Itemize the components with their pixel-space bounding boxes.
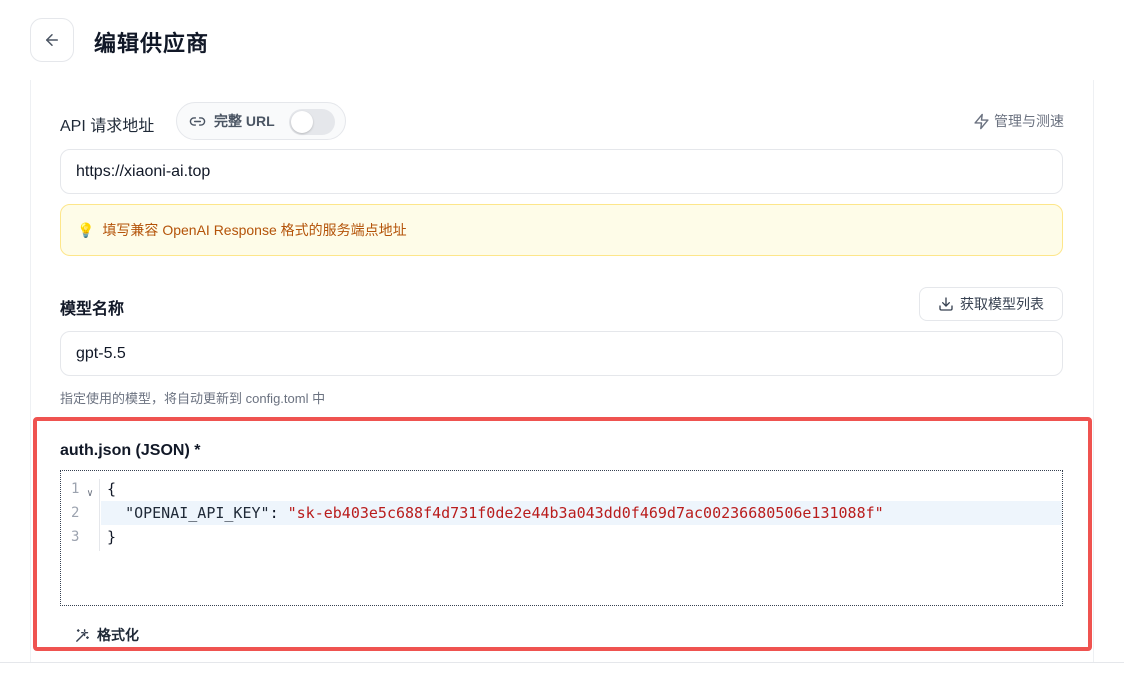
fold-chevron-icon[interactable]: ∨ — [87, 488, 93, 499]
full-url-label: 完整 URL — [214, 113, 275, 129]
editor-gutter: 1 2 3 ∨ — [61, 471, 99, 605]
fetch-model-list-button[interactable]: 获取模型列表 — [919, 287, 1063, 321]
code-line: "OPENAI_API_KEY": "sk-eb403e5c688f4d731f… — [107, 504, 884, 522]
line-number: 2 — [71, 505, 80, 521]
lightbulb-icon: 💡 — [77, 221, 95, 238]
link-icon — [189, 116, 206, 126]
code-line: } — [107, 528, 117, 546]
download-icon — [939, 297, 953, 311]
gutter-divider — [99, 479, 100, 551]
magic-wand-icon — [76, 628, 89, 642]
model-name-help: 指定使用的模型，将自动更新到 config.toml 中 — [60, 391, 326, 406]
full-url-switch[interactable] — [289, 109, 335, 135]
json-key: "OPENAI_API_KEY" — [125, 504, 270, 522]
switch-knob — [291, 111, 313, 133]
api-url-hint-text: 填写兼容 OpenAI Response 格式的服务端点地址 — [102, 222, 407, 238]
api-url-input[interactable]: https://xiaoni-ai.top — [60, 149, 1063, 194]
format-json-button[interactable]: 格式化 — [74, 625, 139, 645]
code-line: { — [107, 480, 117, 498]
manage-speedtest-label: 管理与测速 — [994, 113, 1064, 129]
full-url-toggle[interactable]: 完整 URL — [176, 102, 346, 140]
page-title: 编辑供应商 — [94, 31, 210, 56]
zap-icon — [974, 113, 989, 129]
format-json-label: 格式化 — [97, 627, 139, 643]
auth-json-editor[interactable]: 1 2 3 ∨ { "OPENAI_API_KEY": "sk-eb403e5c… — [60, 470, 1063, 606]
model-name-label: 模型名称 — [60, 301, 125, 318]
arrow-left-icon — [46, 34, 58, 46]
api-url-hint: 💡 填写兼容 OpenAI Response 格式的服务端点地址 — [60, 204, 1063, 256]
model-name-input[interactable]: gpt-5.5 — [60, 331, 1063, 376]
header: 编辑供应商 — [0, 0, 1124, 80]
fetch-model-list-label: 获取模型列表 — [960, 296, 1044, 312]
json-string-value: "sk-eb403e5c688f4d731f0de2e44b3a043dd0f4… — [287, 504, 884, 522]
api-url-label: API 请求地址 — [60, 118, 155, 135]
manage-speedtest-button[interactable]: 管理与测速 — [973, 111, 1064, 131]
back-button[interactable] — [30, 18, 74, 62]
divider — [0, 662, 1124, 663]
line-number: 1 — [71, 481, 80, 497]
auth-json-label: auth.json (JSON) * — [60, 442, 201, 459]
line-number: 3 — [71, 529, 80, 545]
json-separator: : — [269, 504, 288, 522]
